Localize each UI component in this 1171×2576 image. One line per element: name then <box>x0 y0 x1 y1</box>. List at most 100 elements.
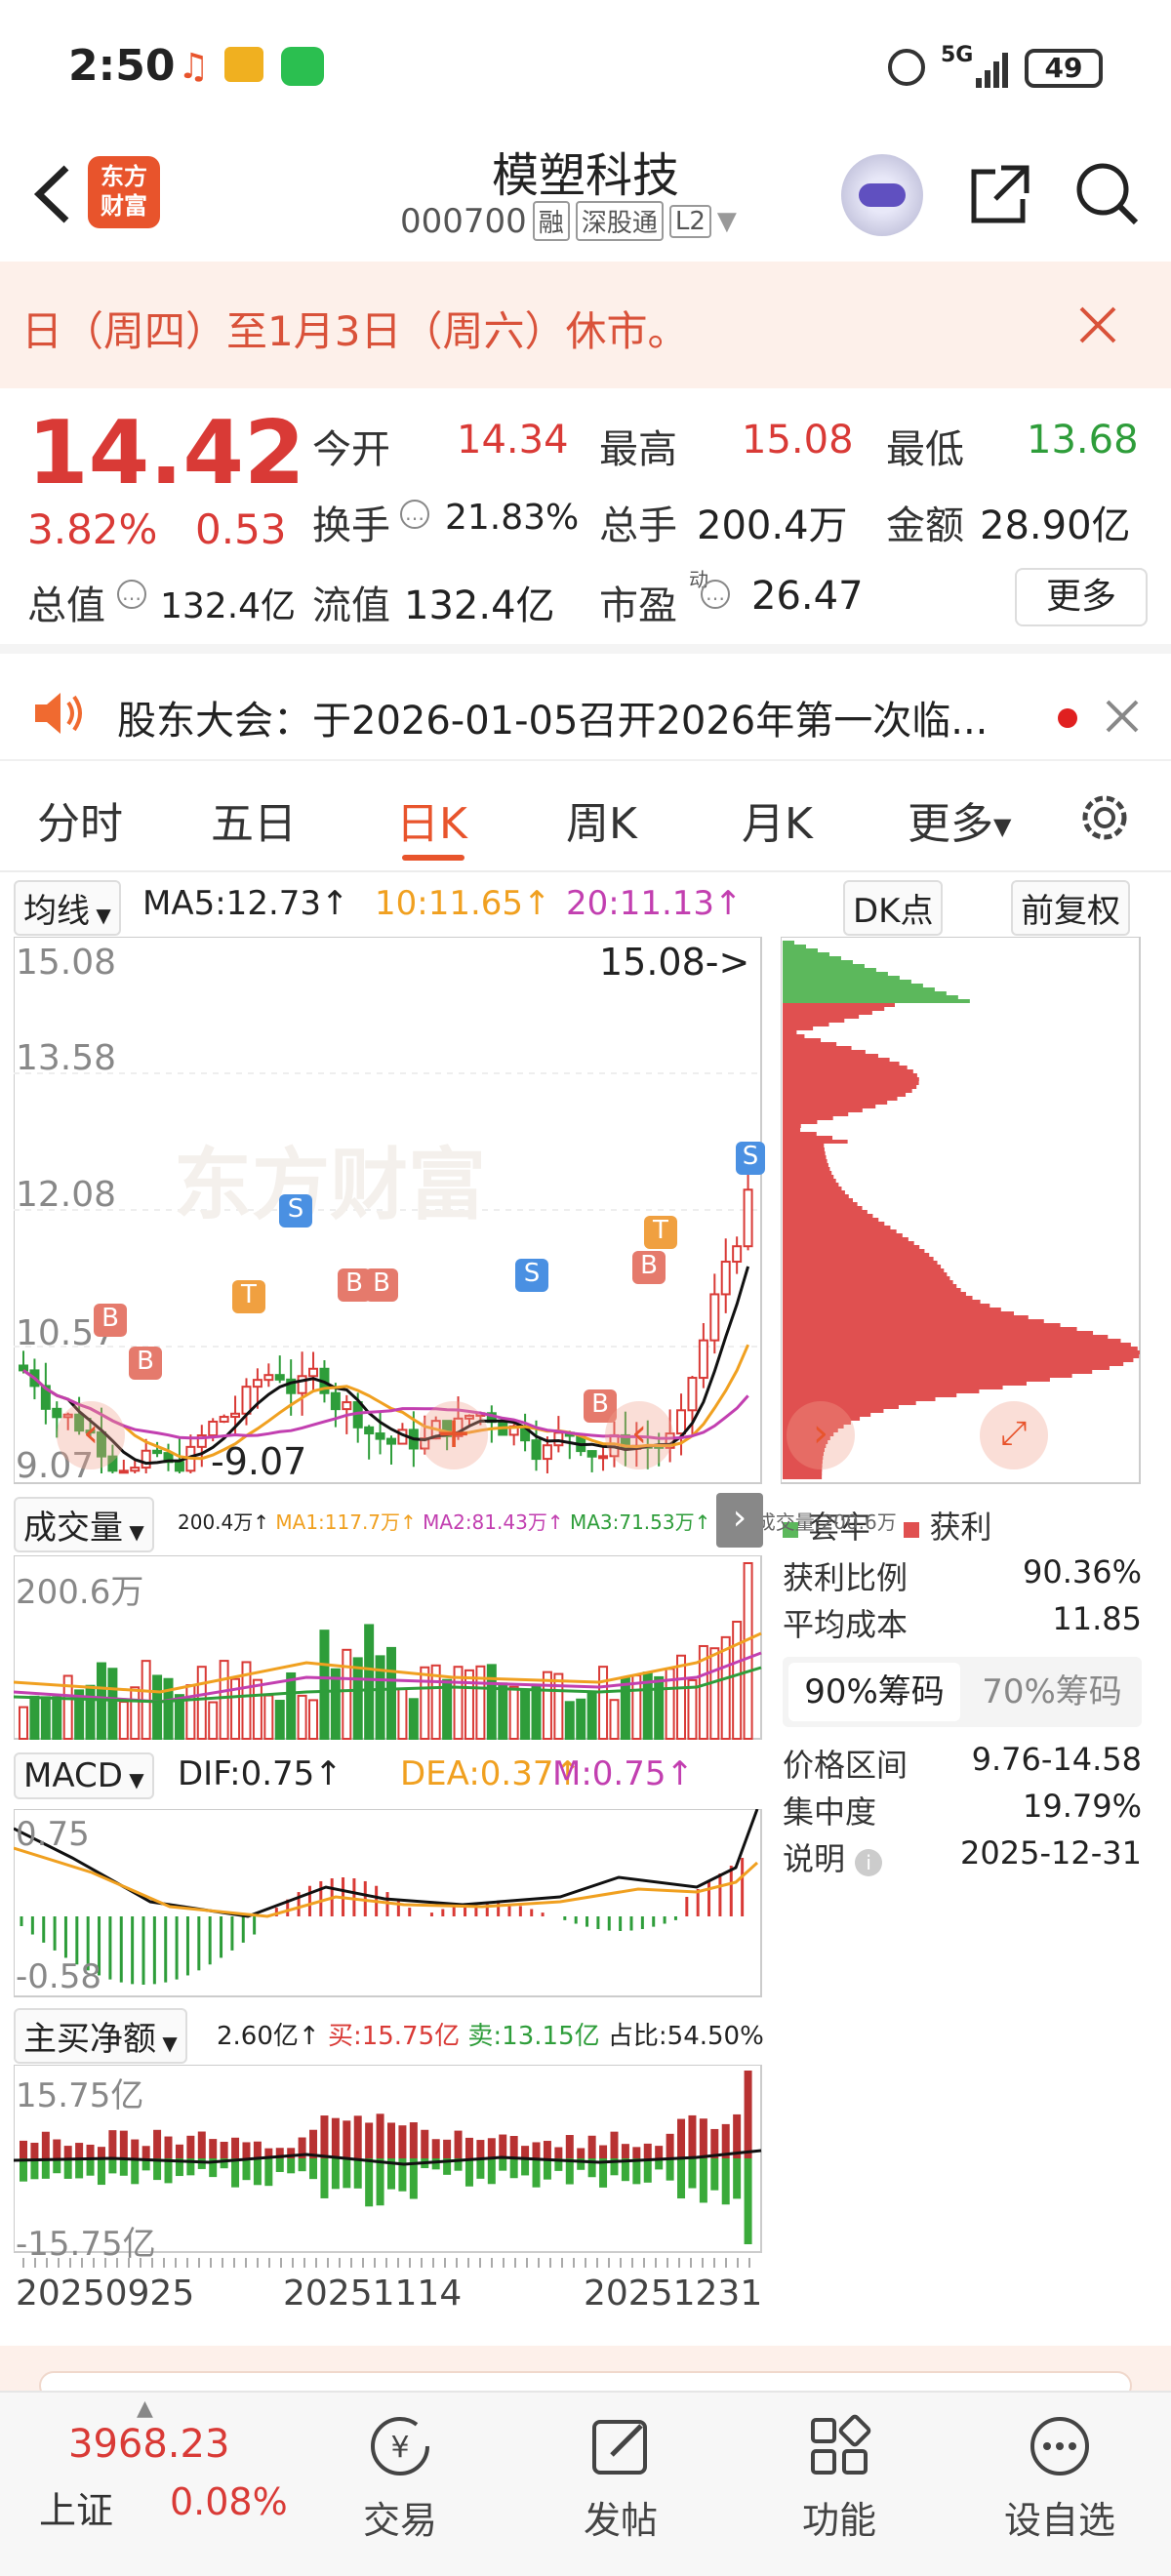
candle-body <box>19 1364 28 1372</box>
info-icon[interactable]: … <box>400 500 429 529</box>
low-value: 13.68 <box>1027 418 1139 463</box>
flow-buy-bar <box>666 2133 674 2158</box>
volume-label: 总手 <box>599 503 677 548</box>
flow-sell-bar <box>131 2158 140 2185</box>
chip-bar <box>783 1171 832 1175</box>
expand-icon[interactable]: ⤢ <box>980 1401 1048 1469</box>
volume-selector[interactable]: 成交量 ▼ <box>14 1497 154 1552</box>
volume-bar <box>687 1678 698 1740</box>
volume-bar <box>620 1676 630 1741</box>
tab-yuek[interactable]: 月K <box>742 788 813 851</box>
info-icon[interactable]: … <box>701 580 730 609</box>
info-icon[interactable]: … <box>117 580 146 609</box>
tab-rik[interactable]: 日K <box>396 788 467 851</box>
flow-sell-bar <box>353 2158 362 2189</box>
chip-bar <box>783 1350 1140 1354</box>
scroll-left-icon[interactable]: ‹ <box>57 1401 125 1469</box>
chip-bar <box>783 1393 957 1397</box>
nav-trade[interactable]: ¥ 交易 <box>322 2412 478 2544</box>
tab-wuri[interactable]: 五日 <box>211 788 297 851</box>
edit-icon <box>586 2412 655 2480</box>
volume-axis-max: 200.6万 <box>16 1573 144 1612</box>
tab-zhouk[interactable]: 周K <box>566 788 637 851</box>
date-mid: 20251114 <box>283 2274 463 2314</box>
flow-sell-bar <box>320 2158 329 2198</box>
amount-label: 金额 <box>886 503 964 548</box>
chip-bar <box>783 1101 888 1105</box>
candle-body <box>386 1437 396 1445</box>
ma-selector[interactable]: 均线 ▼ <box>14 880 121 936</box>
flow-buy-bar <box>387 2122 395 2158</box>
expand-legend-icon[interactable]: › <box>716 1493 763 1548</box>
chip-bar <box>783 1386 1003 1389</box>
float-label: 流值 <box>312 584 390 628</box>
more-button[interactable]: 更多 <box>1015 568 1148 626</box>
settings-gear-icon[interactable] <box>1075 788 1134 847</box>
macd-axis-top: 0.75 <box>16 1815 90 1854</box>
chip-bar <box>783 1089 912 1093</box>
volume-bar <box>598 1666 609 1740</box>
open-value: 14.34 <box>457 418 569 463</box>
candle-body <box>709 1293 720 1342</box>
volume-bar <box>118 1701 129 1740</box>
macd-selector[interactable]: MACD ▼ <box>14 1752 154 1799</box>
chip-bar <box>783 1155 827 1159</box>
volume-bar <box>286 1671 297 1740</box>
chip-bar <box>783 1245 920 1249</box>
candle-body <box>118 1469 129 1474</box>
flow-buy-bar <box>677 2118 686 2158</box>
shareholder-meeting-row[interactable]: 股东大会：于2026-01-05召开2026年第一次临... <box>0 644 1171 761</box>
flow-sell-bar <box>710 2158 719 2191</box>
nav-post[interactable]: 发帖 <box>543 2412 699 2544</box>
tab-fenshi[interactable]: 分时 <box>37 788 123 851</box>
chip-bar <box>783 1194 849 1198</box>
macd-chart[interactable] <box>14 1809 763 1998</box>
candle-body <box>130 1467 141 1472</box>
alarm-icon <box>888 49 925 86</box>
flow-sell-bar <box>197 2158 206 2169</box>
chip-bar <box>783 964 865 968</box>
flow-buy-bar <box>63 2146 72 2158</box>
nav-function[interactable]: 功能 <box>761 2412 917 2544</box>
index-name[interactable]: 上证 <box>39 2480 113 2534</box>
add-indicator-icon[interactable]: + <box>420 1401 488 1469</box>
ma5-legend: MA5:12.73↑ <box>142 884 349 923</box>
flow-sell-bar <box>677 2158 686 2199</box>
chip-bar <box>783 1046 852 1050</box>
chip-bar <box>783 1335 1109 1339</box>
chip-bar <box>783 1374 1072 1378</box>
index-value[interactable]: 3968.23 <box>68 2422 229 2467</box>
robot-assistant-icon[interactable] <box>841 154 923 236</box>
candle-body <box>586 1450 597 1458</box>
candle-body <box>743 1188 753 1248</box>
flow-selector[interactable]: 主买净额 ▼ <box>14 2008 187 2064</box>
volume-bar <box>352 1657 363 1740</box>
tab-90-chips[interactable]: 90%筹码 <box>788 1663 960 1721</box>
dk-button[interactable]: DK点 <box>843 880 944 936</box>
chevron-down-icon[interactable]: ▼ <box>717 207 737 236</box>
volume-bar <box>498 1682 508 1741</box>
close-icon[interactable] <box>1103 697 1142 736</box>
tab-70-chips[interactable]: 70%筹码 <box>966 1663 1138 1721</box>
volume-bar <box>464 1669 474 1740</box>
grid-icon <box>805 2412 873 2480</box>
flow-sell-bar <box>231 2158 240 2188</box>
nav-watchlist[interactable]: 设自选 <box>982 2412 1138 2544</box>
volume-value: 200.4万 <box>697 503 848 548</box>
chip-distribution-chart[interactable] <box>781 937 1142 1485</box>
flow-buy-bar <box>443 2139 452 2158</box>
close-icon[interactable] <box>1073 301 1122 349</box>
flow-sell-bar <box>119 2158 128 2176</box>
share-icon[interactable] <box>966 160 1034 228</box>
chevron-left-icon[interactable]: ‹ <box>605 1401 673 1469</box>
chip-next-icon[interactable]: › <box>787 1401 855 1469</box>
search-icon[interactable] <box>1071 158 1142 228</box>
trade-icon: ¥ <box>366 2412 434 2480</box>
profit-ratio-value: 90.36% <box>1022 1553 1142 1590</box>
index-pct[interactable]: 0.08% <box>170 2480 288 2523</box>
tab-more[interactable]: 更多▼ <box>908 788 1011 851</box>
info-icon[interactable]: i <box>855 1849 883 1876</box>
market-notice-banner: 日（周四）至1月3日（周六）休市。 <box>0 262 1171 388</box>
profit-ratio-label: 获利比例 <box>783 1559 909 1596</box>
fq-button[interactable]: 前复权 <box>1011 880 1130 936</box>
